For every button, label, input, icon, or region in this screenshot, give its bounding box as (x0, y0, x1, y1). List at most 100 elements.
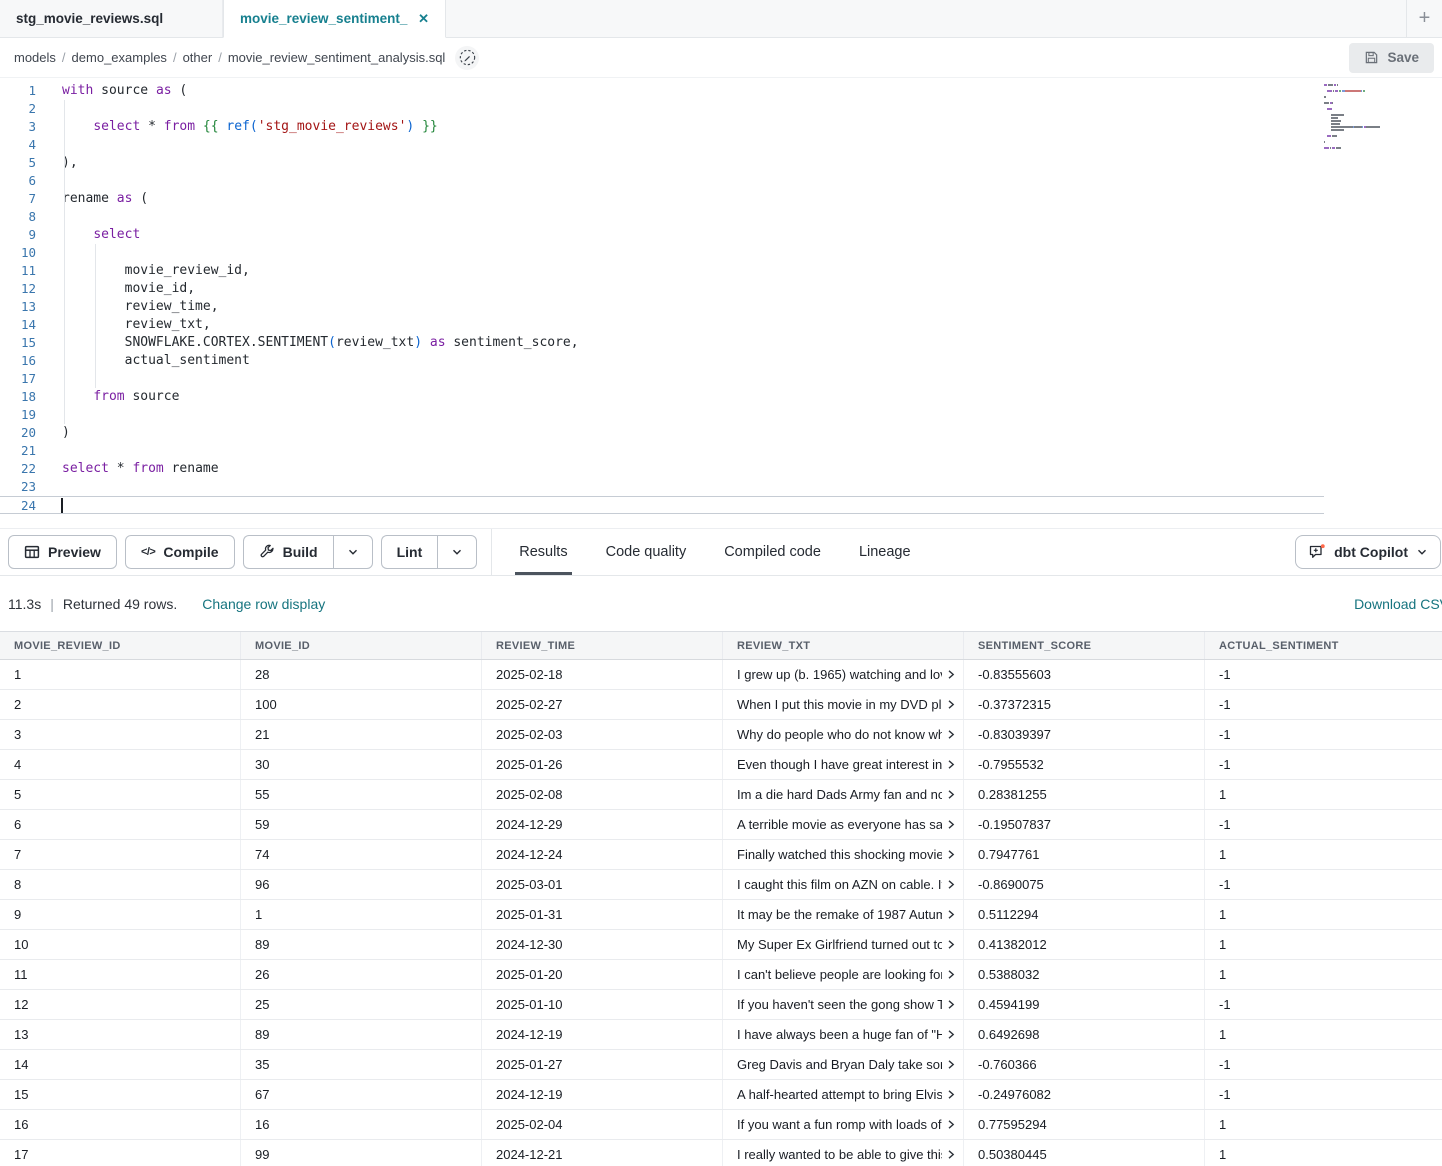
code-line-12[interactable]: 12 movie_id, (0, 280, 1442, 298)
expand-review-icon[interactable] (946, 969, 956, 980)
minimap-line (1324, 147, 1400, 149)
line-number: 2 (0, 100, 46, 118)
cell-sentiment_score: 0.50380445 (964, 1140, 1205, 1166)
new-tab-button[interactable]: + (1406, 0, 1442, 37)
code-line-5[interactable]: 5), (0, 154, 1442, 172)
expand-review-icon[interactable] (946, 759, 956, 770)
expand-review-icon[interactable] (946, 939, 956, 950)
code-line-10[interactable]: 10 (0, 244, 1442, 262)
breadcrumb-item[interactable]: models (14, 50, 56, 65)
expand-review-icon[interactable] (946, 729, 956, 740)
code-line-21[interactable]: 21 (0, 442, 1442, 460)
column-header-review_txt: REVIEW_TXT (723, 632, 964, 659)
lint-dropdown-button[interactable] (437, 535, 477, 569)
expand-review-icon[interactable] (946, 1089, 956, 1100)
cell-movie_id: 96 (241, 870, 482, 899)
expand-review-icon[interactable] (946, 669, 956, 680)
code-line-4[interactable]: 4 (0, 136, 1442, 154)
code-line-13[interactable]: 13 review_time, (0, 298, 1442, 316)
code-line-9[interactable]: 9 select (0, 226, 1442, 244)
line-number: 15 (0, 334, 46, 352)
code-line-8[interactable]: 8 (0, 208, 1442, 226)
column-header-actual_sentiment: ACTUAL_SENTIMENT (1205, 632, 1442, 659)
tab-results[interactable]: Results (500, 529, 586, 575)
code-line-3[interactable]: 3 select * from {{ ref('stg_movie_review… (0, 118, 1442, 136)
lint-button[interactable]: Lint (381, 535, 438, 569)
tab-code-quality[interactable]: Code quality (587, 529, 706, 575)
breadcrumb-separator: / (173, 50, 177, 65)
cell-movie_review_id: 11 (0, 960, 241, 989)
code-text: movie_review_id, (46, 262, 250, 280)
code-line-2[interactable]: 2 (0, 100, 1442, 118)
cell-movie_review_id: 8 (0, 870, 241, 899)
code-line-18[interactable]: 18 from source (0, 388, 1442, 406)
change-row-display-link[interactable]: Change row display (202, 596, 325, 612)
cell-review_txt: Im a die hard Dads Army fan and nothi… (723, 780, 964, 809)
expand-review-icon[interactable] (946, 1029, 956, 1040)
expand-review-icon[interactable] (946, 1119, 956, 1130)
code-line-20[interactable]: 20) (0, 424, 1442, 442)
close-tab-icon[interactable]: ✕ (418, 11, 429, 27)
code-text (46, 208, 62, 226)
code-line-14[interactable]: 14 review_txt, (0, 316, 1442, 334)
line-number: 10 (0, 244, 46, 262)
expand-review-icon[interactable] (946, 819, 956, 830)
code-text (46, 497, 63, 513)
code-line-22[interactable]: 22select * from rename (0, 460, 1442, 478)
expand-review-icon[interactable] (946, 849, 956, 860)
compile-button[interactable]: </> Compile (125, 535, 235, 569)
code-line-24[interactable]: 24 (0, 496, 1324, 514)
table-row: 16162025-02-04If you want a fun romp wit… (0, 1110, 1442, 1140)
minimap-line (1324, 153, 1400, 155)
editor-minimap[interactable] (1324, 84, 1400, 156)
download-csv-link[interactable]: Download CSV (1354, 596, 1442, 612)
cell-review_time: 2025-01-27 (482, 1050, 723, 1079)
tab-lineage[interactable]: Lineage (840, 529, 930, 575)
line-number: 21 (0, 442, 46, 460)
breadcrumb-item[interactable]: demo_examples (72, 50, 167, 65)
code-line-15[interactable]: 15 SNOWFLAKE.CORTEX.SENTIMENT(review_txt… (0, 334, 1442, 352)
expand-review-icon[interactable] (946, 879, 956, 890)
build-button[interactable]: Build (243, 535, 333, 569)
preview-button[interactable]: Preview (8, 535, 117, 569)
cell-movie_review_id: 15 (0, 1080, 241, 1109)
results-table: MOVIE_REVIEW_IDMOVIE_IDREVIEW_TIMEREVIEW… (0, 631, 1442, 1166)
cell-movie_review_id: 9 (0, 900, 241, 929)
save-button[interactable]: Save (1349, 43, 1434, 73)
code-line-11[interactable]: 11 movie_review_id, (0, 262, 1442, 280)
dbt-copilot-button[interactable]: dbt Copilot (1295, 535, 1441, 569)
code-line-19[interactable]: 19 (0, 406, 1442, 424)
expand-review-icon[interactable] (946, 789, 956, 800)
breadcrumb-item[interactable]: movie_review_sentiment_analysis.sql (228, 50, 446, 65)
code-line-6[interactable]: 6 (0, 172, 1442, 190)
cell-movie_review_id: 4 (0, 750, 241, 779)
review-text: A terrible movie as everyone has said. … (737, 817, 942, 832)
expand-review-icon[interactable] (946, 1149, 956, 1160)
expand-review-icon[interactable] (946, 699, 956, 710)
table-row: 13892024-12-19I have always been a huge … (0, 1020, 1442, 1050)
code-line-1[interactable]: 1with source as ( (0, 82, 1442, 100)
file-tab-1[interactable]: movie_review_sentiment_…✕ (223, 0, 446, 38)
review-text: Greg Davis and Bryan Daly take some … (737, 1057, 942, 1072)
cell-review_txt: Why do people who do not know what… (723, 720, 964, 749)
code-line-7[interactable]: 7rename as ( (0, 190, 1442, 208)
expand-review-icon[interactable] (946, 1059, 956, 1070)
sql-code-editor[interactable]: 1with source as (23 select * from {{ ref… (0, 78, 1442, 528)
file-tab-0[interactable]: stg_movie_reviews.sql (0, 0, 223, 37)
build-dropdown-button[interactable] (333, 535, 373, 569)
code-text: actual_sentiment (46, 352, 250, 370)
cell-movie_id: 59 (241, 810, 482, 839)
query-elapsed-time: 11.3s (8, 596, 41, 612)
cell-actual_sentiment: -1 (1205, 870, 1442, 899)
expand-review-icon[interactable] (946, 909, 956, 920)
code-line-16[interactable]: 16 actual_sentiment (0, 352, 1442, 370)
code-line-17[interactable]: 17 (0, 370, 1442, 388)
review-text: Im a die hard Dads Army fan and nothi… (737, 787, 942, 802)
cell-movie_id: 1 (241, 900, 482, 929)
toolbar-divider (491, 529, 492, 575)
breadcrumb-item[interactable]: other (183, 50, 213, 65)
expand-review-icon[interactable] (946, 999, 956, 1010)
code-line-23[interactable]: 23 (0, 478, 1442, 496)
tab-compiled-code[interactable]: Compiled code (705, 529, 840, 575)
copilot-edit-icon[interactable] (455, 46, 479, 70)
